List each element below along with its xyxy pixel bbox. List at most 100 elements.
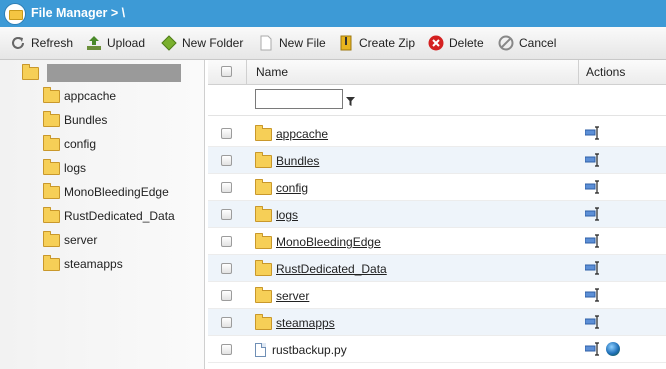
new-file-button[interactable]: New File: [258, 32, 326, 54]
rename-icon[interactable]: [584, 153, 601, 167]
rename-icon[interactable]: [584, 261, 601, 275]
table-row[interactable]: RustDedicated_Data: [208, 255, 666, 282]
row-checkbox[interactable]: [221, 344, 232, 355]
tree-item-server[interactable]: server: [43, 230, 97, 249]
folder-link[interactable]: steamapps: [276, 316, 335, 330]
folder-link[interactable]: appcache: [276, 127, 328, 141]
checkbox[interactable]: [221, 66, 232, 77]
new-file-icon: [258, 35, 274, 51]
folder-tree: appcache Bundles config logs MonoBleedin…: [0, 60, 205, 369]
tree-item-label: MonoBleedingEdge: [64, 185, 169, 199]
row-checkbox[interactable]: [221, 128, 232, 139]
rename-icon[interactable]: [584, 315, 601, 329]
folder-icon: [43, 110, 60, 127]
row-name-cell: server: [255, 286, 309, 305]
table-row[interactable]: Bundles: [208, 147, 666, 174]
folder-link[interactable]: RustDedicated_Data: [276, 262, 387, 276]
table-row[interactable]: rustbackup.py: [208, 336, 666, 363]
zip-icon: [338, 35, 354, 51]
tree-item-label: steamapps: [64, 257, 123, 271]
rename-icon[interactable]: [584, 342, 601, 356]
file-name[interactable]: rustbackup.py: [272, 343, 347, 357]
tree-root[interactable]: [22, 63, 181, 82]
delete-button[interactable]: Delete: [428, 32, 484, 54]
row-name-cell: logs: [255, 205, 298, 224]
folder-icon: [43, 86, 60, 103]
upload-icon: [86, 35, 102, 51]
rename-icon[interactable]: [584, 288, 601, 302]
cancel-icon: [498, 35, 514, 51]
new-folder-icon: [161, 35, 177, 51]
column-header-name[interactable]: Name: [256, 60, 288, 84]
table-row[interactable]: MonoBleedingEdge: [208, 228, 666, 255]
tree-item-label: config: [64, 137, 97, 151]
folder-icon: [43, 206, 60, 223]
rename-icon[interactable]: [584, 180, 601, 194]
tree-item-label: logs: [64, 161, 87, 175]
globe-icon[interactable]: [606, 342, 620, 356]
upload-button[interactable]: Upload: [86, 32, 145, 54]
folder-icon: [255, 232, 272, 249]
folder-icon: [43, 182, 60, 199]
folder-link[interactable]: logs: [276, 208, 298, 222]
column-divider: [246, 60, 247, 84]
row-name-cell: rustbackup.py: [255, 341, 347, 359]
row-name-cell: appcache: [255, 124, 328, 143]
select-all-checkbox[interactable]: [221, 66, 232, 78]
folder-link[interactable]: config: [276, 181, 308, 195]
window-title: File Manager > \: [31, 6, 126, 20]
filter-icon[interactable]: [346, 95, 355, 106]
row-checkbox[interactable]: [221, 182, 232, 193]
table-row[interactable]: appcache: [208, 120, 666, 147]
tree-item-logs[interactable]: logs: [43, 158, 87, 177]
row-checkbox[interactable]: [221, 317, 232, 328]
tree-item-bundles[interactable]: Bundles: [43, 110, 108, 129]
row-checkbox[interactable]: [221, 209, 232, 220]
row-checkbox[interactable]: [221, 290, 232, 301]
cancel-button[interactable]: Cancel: [498, 32, 556, 54]
folder-icon: [255, 178, 272, 195]
folder-icon: [22, 63, 39, 80]
name-filter-input[interactable]: [255, 89, 343, 109]
rename-icon[interactable]: [584, 207, 601, 221]
refresh-icon: [10, 35, 26, 51]
rename-icon[interactable]: [584, 234, 601, 248]
column-divider: [578, 60, 579, 84]
delete-label: Delete: [449, 36, 484, 50]
folder-icon: [255, 286, 272, 303]
row-name-cell: RustDedicated_Data: [255, 259, 387, 278]
folder-icon: [255, 124, 272, 141]
table-row[interactable]: config: [208, 174, 666, 201]
create-zip-button[interactable]: Create Zip: [338, 32, 415, 54]
tree-item-steamapps[interactable]: steamapps: [43, 254, 123, 273]
folder-icon: [255, 313, 272, 330]
folder-icon: [43, 158, 60, 175]
table-row[interactable]: steamapps: [208, 309, 666, 336]
file-manager-icon: [4, 3, 26, 25]
table-row[interactable]: server: [208, 282, 666, 309]
row-name-cell: MonoBleedingEdge: [255, 232, 381, 251]
tree-item-monobleedingedge[interactable]: MonoBleedingEdge: [43, 182, 169, 201]
refresh-button[interactable]: Refresh: [10, 32, 73, 54]
folder-link[interactable]: server: [276, 289, 309, 303]
folder-icon: [43, 134, 60, 151]
folder-link[interactable]: Bundles: [276, 154, 319, 168]
tree-item-label: RustDedicated_Data: [64, 209, 175, 223]
rename-icon[interactable]: [584, 126, 601, 140]
row-checkbox[interactable]: [221, 155, 232, 166]
tree-item-rustdedicated-data[interactable]: RustDedicated_Data: [43, 206, 175, 225]
tree-item-appcache[interactable]: appcache: [43, 86, 116, 105]
cancel-label: Cancel: [519, 36, 557, 50]
row-checkbox[interactable]: [221, 236, 232, 247]
table-row[interactable]: logs: [208, 201, 666, 228]
new-file-label: New File: [279, 36, 326, 50]
tree-item-label: Bundles: [64, 113, 108, 127]
row-checkbox[interactable]: [221, 263, 232, 274]
folder-icon: [255, 205, 272, 222]
refresh-label: Refresh: [31, 36, 74, 50]
folder-icon: [43, 230, 60, 247]
title-bar: File Manager > \: [0, 0, 666, 27]
new-folder-button[interactable]: New Folder: [161, 32, 243, 54]
tree-item-config[interactable]: config: [43, 134, 97, 153]
folder-link[interactable]: MonoBleedingEdge: [276, 235, 381, 249]
